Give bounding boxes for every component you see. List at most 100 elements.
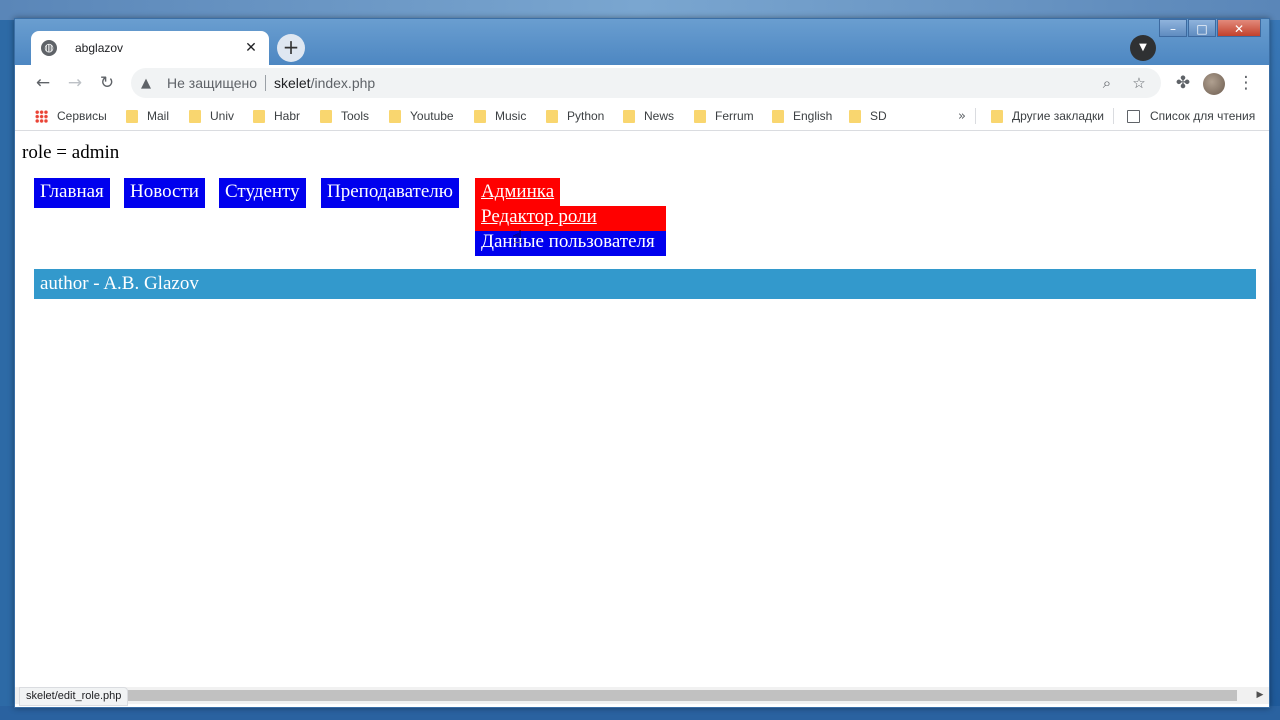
globe-icon: ◍ xyxy=(41,40,57,56)
bookmark-youtube[interactable]: Youtube xyxy=(389,107,454,125)
extensions-icon[interactable]: ✤ xyxy=(1171,71,1195,95)
bookmark-label: Univ xyxy=(210,109,235,123)
reading-list-icon xyxy=(1127,109,1140,123)
bookmark-univ[interactable]: Univ xyxy=(189,107,234,125)
bookmarks-bar: Сервисы Mail Univ Habr Tools Youtube Mus… xyxy=(15,101,1269,131)
warning-icon[interactable]: ▲ xyxy=(141,76,157,91)
bookmark-python[interactable]: Python xyxy=(546,107,604,125)
close-window-button[interactable]: ✕ xyxy=(1217,19,1261,37)
tab-title: abglazov xyxy=(75,41,124,55)
bookmark-habr[interactable]: Habr xyxy=(253,107,300,125)
folder-icon xyxy=(320,109,332,123)
url-path: /index.php xyxy=(310,75,376,91)
window-controls: – □ ✕ xyxy=(1158,19,1261,39)
bookmark-label: Python xyxy=(567,109,605,123)
maximize-button[interactable]: □ xyxy=(1188,19,1216,37)
submenu-user-data[interactable]: Данные пользователя xyxy=(475,231,666,256)
bookmark-label: Music xyxy=(495,109,527,123)
back-arrow-icon[interactable]: ← xyxy=(31,71,55,95)
hand-cursor-icon: ☝ xyxy=(512,227,523,248)
folder-icon xyxy=(189,109,201,123)
folder-icon xyxy=(991,109,1003,123)
submenu-label: Редактор роли xyxy=(481,206,597,227)
zoom-icon[interactable]: ⌕ xyxy=(1095,71,1119,95)
security-status[interactable]: Не защищено xyxy=(167,75,257,91)
omnibox-actions: ⌕ ☆ xyxy=(1087,71,1151,95)
minimize-button[interactable]: – xyxy=(1159,19,1187,37)
bookmark-label: SD xyxy=(870,109,887,123)
nav-label: Студенту xyxy=(225,181,300,202)
bookmarks-overflow-button[interactable]: » xyxy=(958,107,966,125)
desktop-background xyxy=(0,0,1280,20)
star-icon[interactable]: ☆ xyxy=(1127,71,1151,95)
bookmarks-divider xyxy=(975,108,976,124)
folder-icon xyxy=(253,109,265,123)
folder-icon xyxy=(546,109,558,123)
url-separator xyxy=(265,75,266,91)
nav-admin[interactable]: Админка xyxy=(475,178,561,208)
folder-icon xyxy=(623,109,635,123)
bookmark-label: Tools xyxy=(341,109,370,123)
folder-icon xyxy=(694,109,706,123)
desktop-bottom-edge xyxy=(0,706,1280,720)
status-bar-url: skelet/edit_role.php xyxy=(19,687,129,706)
folder-icon xyxy=(389,109,401,123)
horizontal-scrollbar[interactable]: ▶ xyxy=(15,687,1269,704)
profile-avatar[interactable] xyxy=(1203,73,1225,95)
nav-home[interactable]: Главная xyxy=(34,178,110,208)
bookmark-label: English xyxy=(793,109,833,123)
bookmark-label: Mail xyxy=(147,109,170,123)
other-bookmarks-label: Другие закладки xyxy=(1012,109,1104,123)
nav-label: Преподавателю xyxy=(327,181,453,202)
bookmarks-divider xyxy=(1113,108,1114,124)
nav-label: Главная xyxy=(40,181,104,202)
bookmark-label: Сервисы xyxy=(57,109,107,123)
bookmark-english[interactable]: English xyxy=(772,107,832,125)
bookmark-mail[interactable]: Mail xyxy=(126,107,169,125)
folder-icon xyxy=(126,109,138,123)
browser-window: ◍ abglazov ✕ + ▼ – □ ✕ ← → ↻ ▲ Не защище… xyxy=(14,18,1270,708)
nav-label: Новости xyxy=(130,181,199,202)
bookmark-label: Youtube xyxy=(410,109,454,123)
nav-news[interactable]: Новости xyxy=(124,178,205,208)
scroll-right-arrow-icon[interactable]: ▶ xyxy=(1253,687,1267,704)
browser-toolbar: ← → ↻ ▲ Не защищено skelet/index.php ⌕ ☆… xyxy=(15,65,1269,101)
apps-icon xyxy=(35,109,48,123)
bookmark-services[interactable]: Сервисы xyxy=(35,107,107,125)
address-bar[interactable]: ▲ Не защищено skelet/index.php ⌕ ☆ xyxy=(131,68,1161,98)
folder-icon xyxy=(474,109,486,123)
bookmark-label: News xyxy=(644,109,675,123)
url-host: skelet xyxy=(274,75,311,91)
menu-kebab-icon[interactable]: ⋮ xyxy=(1234,71,1258,95)
folder-icon xyxy=(772,109,784,123)
reading-list[interactable]: Список для чтения xyxy=(1127,107,1255,125)
bookmark-sd[interactable]: SD xyxy=(849,107,887,125)
reload-icon[interactable]: ↻ xyxy=(95,71,119,95)
new-tab-button[interactable]: + xyxy=(277,34,305,62)
nav-student[interactable]: Студенту xyxy=(219,178,306,208)
bookmark-music[interactable]: Music xyxy=(474,107,526,125)
submenu-role-editor[interactable]: Редактор роли xyxy=(475,206,666,231)
tab-search-button[interactable]: ▼ xyxy=(1130,35,1156,61)
bookmark-ferrum[interactable]: Ferrum xyxy=(694,107,754,125)
folder-icon xyxy=(849,109,861,123)
bookmark-label: Ferrum xyxy=(715,109,754,123)
double-chevron-icon: » xyxy=(958,108,966,124)
footer-bar: author - A.B. Glazov xyxy=(34,269,1256,299)
url-text[interactable]: skelet/index.php xyxy=(274,75,375,91)
close-tab-icon[interactable]: ✕ xyxy=(243,40,259,56)
submenu-label: Данные пользователя xyxy=(481,231,655,252)
bookmark-label: Habr xyxy=(274,109,301,123)
desktop-edge xyxy=(0,20,14,720)
scrollbar-thumb[interactable] xyxy=(19,690,1237,701)
tab-strip: ◍ abglazov ✕ + ▼ – □ ✕ xyxy=(15,19,1269,65)
reading-list-label: Список для чтения xyxy=(1150,109,1256,123)
forward-arrow-icon[interactable]: → xyxy=(63,71,87,95)
other-bookmarks[interactable]: Другие закладки xyxy=(991,107,1104,125)
tab-abglazov[interactable]: ◍ abglazov ✕ xyxy=(31,31,269,65)
bookmark-news[interactable]: News xyxy=(623,107,674,125)
nav-label: Админка xyxy=(481,181,555,202)
nav-teacher[interactable]: Преподавателю xyxy=(321,178,459,208)
role-line: role = admin xyxy=(22,142,120,163)
bookmark-tools[interactable]: Tools xyxy=(320,107,369,125)
